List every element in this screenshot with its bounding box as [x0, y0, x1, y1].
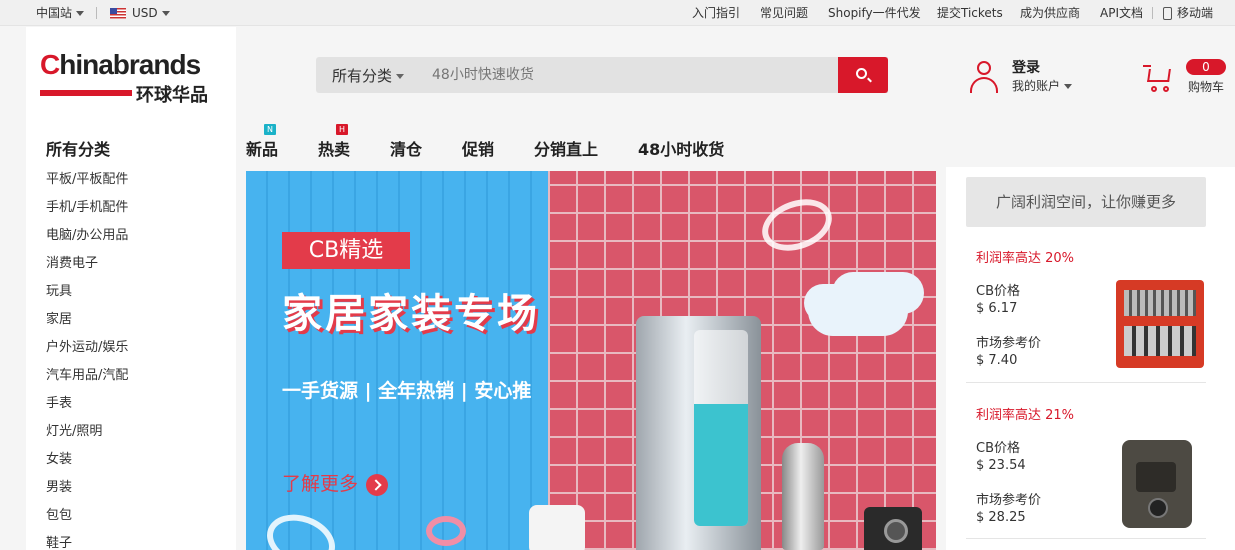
- link-become-supplier[interactable]: 成为供应商: [1020, 5, 1080, 21]
- chevron-down-icon: [1064, 84, 1073, 89]
- category-item[interactable]: 家居: [46, 310, 128, 338]
- sidebar-title: 所有分类: [46, 140, 111, 159]
- profit-rate: 利润率高达 20%: [976, 251, 1075, 266]
- banner-subtitle: 一手货源 | 全年热销 | 安心推: [282, 380, 532, 402]
- link-api-docs[interactable]: API文档: [1100, 5, 1143, 21]
- search-input[interactable]: [432, 57, 832, 93]
- category-sidebar: 所有分类 平板/平板配件 手机/手机配件 电脑/办公用品 消费电子 玩具 家居 …: [26, 109, 236, 550]
- cb-price: $ 23.54: [976, 458, 1026, 473]
- currency-selector[interactable]: USD: [110, 5, 170, 21]
- link-shopify-dropship[interactable]: Shopify一件代发: [828, 5, 921, 21]
- my-account-dropdown[interactable]: 我的账户: [1012, 77, 1073, 94]
- category-item[interactable]: 手表: [46, 394, 128, 422]
- hair-clipper-image: [782, 443, 824, 550]
- product-image-toolbox[interactable]: [1116, 280, 1204, 368]
- search-bar: 所有分类: [316, 57, 888, 93]
- logo[interactable]: Chinabrands 环球华品: [26, 27, 236, 109]
- currency-label: USD: [132, 6, 158, 20]
- cart-icon[interactable]: [1143, 63, 1175, 93]
- search-icon: [856, 68, 867, 79]
- site-selector[interactable]: 中国站: [36, 5, 85, 21]
- chevron-down-icon: [396, 74, 405, 79]
- profit-rate: 利润率高达 21%: [976, 408, 1075, 423]
- category-list: 平板/平板配件 手机/手机配件 电脑/办公用品 消费电子 玩具 家居 户外运动/…: [46, 170, 128, 550]
- category-item[interactable]: 灯光/照明: [46, 422, 128, 450]
- nav-dropship[interactable]: 分销直上: [534, 136, 598, 160]
- link-mobile[interactable]: 移动端: [1163, 5, 1213, 21]
- new-badge: N: [264, 124, 276, 135]
- category-item[interactable]: 女装: [46, 450, 128, 478]
- hot-badge: H: [336, 124, 348, 135]
- search-category-dropdown[interactable]: 所有分类: [332, 65, 405, 86]
- link-getting-started[interactable]: 入门指引: [692, 5, 740, 21]
- nav-48h-delivery[interactable]: 48小时收货: [638, 136, 724, 160]
- divider: [966, 538, 1206, 539]
- phone-icon: [1163, 7, 1172, 20]
- hero-banner[interactable]: CB精选 家居家装专场 一手货源 | 全年热销 | 安心推 了解更多: [246, 171, 936, 550]
- cart-label[interactable]: 购物车: [1188, 78, 1224, 95]
- category-item[interactable]: 平板/平板配件: [46, 170, 128, 198]
- market-price-label: 市场参考价: [976, 336, 1042, 351]
- nav-promotion[interactable]: 促销: [462, 136, 494, 160]
- nav-clearance[interactable]: 清仓: [390, 136, 422, 160]
- top-utility-bar: 中国站 USD 入门指引 常见问题 Shopify一件代发 提交Tickets …: [0, 0, 1235, 26]
- category-item[interactable]: 电脑/办公用品: [46, 226, 128, 254]
- cart-count-badge: 0: [1186, 59, 1226, 75]
- category-item[interactable]: 包包: [46, 506, 128, 534]
- link-submit-tickets[interactable]: 提交Tickets: [937, 5, 1003, 21]
- decor-ring: [426, 516, 466, 546]
- market-price-label: 市场参考价: [976, 493, 1042, 508]
- category-item[interactable]: 汽车用品/汽配: [46, 366, 128, 394]
- chevron-down-icon: [76, 11, 85, 16]
- cb-price: $ 6.17: [976, 301, 1018, 316]
- smart-plug-image: [529, 505, 585, 550]
- divider: [966, 382, 1206, 383]
- market-price: $ 28.25: [976, 510, 1026, 525]
- chevron-down-icon: [161, 11, 170, 16]
- banner-title: 家居家装专场: [282, 291, 540, 337]
- link-faq[interactable]: 常见问题: [760, 5, 808, 21]
- cb-price-label: CB价格: [976, 284, 1020, 299]
- decor-cloud: [808, 286, 908, 336]
- logo-chinese-name: 环球华品: [136, 85, 208, 106]
- profit-panel-header: 广阔利润空间，让你赚更多: [966, 177, 1206, 227]
- arrow-right-icon: [366, 473, 389, 496]
- mobile-label: 移动端: [1177, 6, 1214, 20]
- logo-underline: [40, 90, 132, 96]
- category-item[interactable]: 手机/手机配件: [46, 198, 128, 226]
- camera-image: [864, 507, 922, 550]
- cb-price-label: CB价格: [976, 441, 1020, 456]
- login-link[interactable]: 登录: [1012, 57, 1040, 77]
- logo-wordmark: Chinabrands: [40, 49, 201, 80]
- product-image-trail-camera[interactable]: [1122, 440, 1192, 528]
- user-icon[interactable]: [969, 61, 999, 93]
- divider: [1152, 7, 1153, 19]
- market-price: $ 7.40: [976, 353, 1018, 368]
- divider: [96, 7, 97, 19]
- category-item[interactable]: 户外运动/娱乐: [46, 338, 128, 366]
- nav-hot[interactable]: 热卖: [318, 136, 350, 160]
- category-item[interactable]: 消费电子: [46, 254, 128, 282]
- soap-dispenser-image: [636, 316, 761, 550]
- nav-new[interactable]: 新品: [246, 136, 278, 160]
- search-button[interactable]: [838, 57, 888, 93]
- category-item[interactable]: 玩具: [46, 282, 128, 310]
- banner-learn-more[interactable]: 了解更多: [282, 469, 389, 496]
- category-item[interactable]: 鞋子: [46, 534, 128, 550]
- banner-tag: CB精选: [282, 232, 410, 269]
- category-item[interactable]: 男装: [46, 478, 128, 506]
- site-label: 中国站: [36, 6, 73, 20]
- us-flag-icon: [110, 8, 126, 19]
